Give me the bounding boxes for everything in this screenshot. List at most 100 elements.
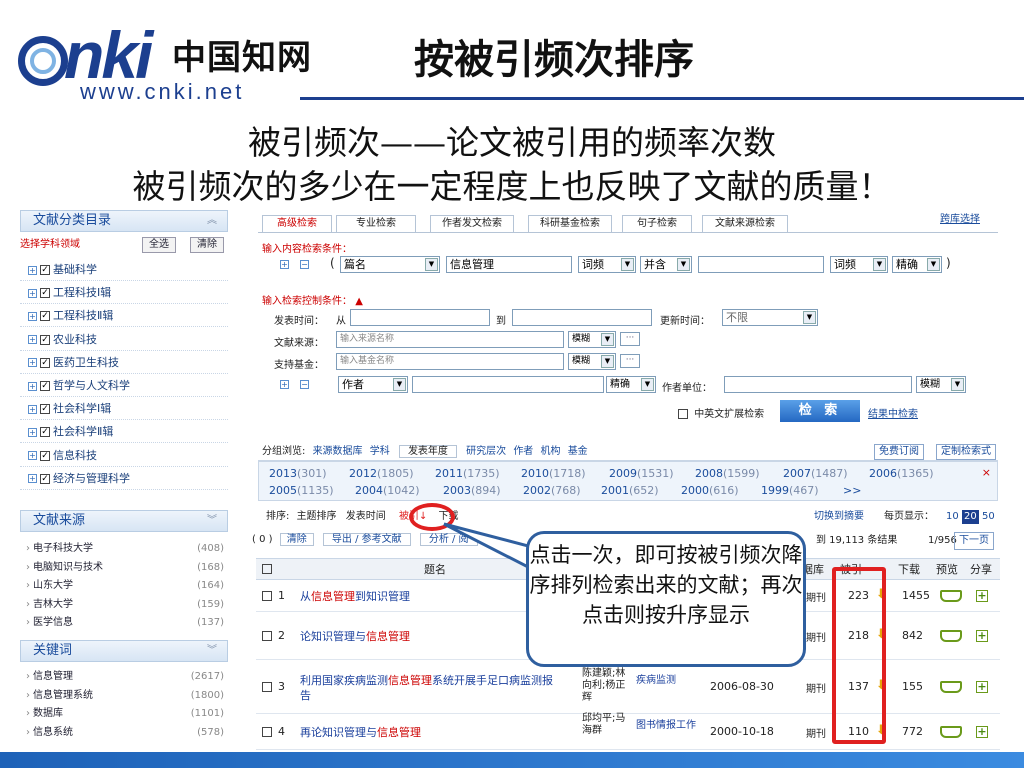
author-unit-input[interactable] xyxy=(724,376,912,393)
collapse-icon[interactable]: ︾ xyxy=(207,641,217,661)
year-item[interactable]: 2013(301) xyxy=(269,467,327,480)
category-checkbox[interactable]: ✓ xyxy=(40,381,50,391)
fund-match-select[interactable]: 模糊 ▼ xyxy=(568,353,616,370)
free-subscribe-button[interactable]: 免费订阅 xyxy=(874,444,924,460)
result-title-link[interactable]: 再论知识管理与信息管理 xyxy=(300,725,556,740)
year-item[interactable]: 2011(1735) xyxy=(435,467,500,480)
expand-icon[interactable]: + xyxy=(28,288,37,298)
select-all-checkbox[interactable] xyxy=(262,564,272,574)
category-checkbox[interactable]: ✓ xyxy=(40,404,50,415)
freq-select-2[interactable]: 词频 ▼ xyxy=(830,256,888,273)
keyword-input[interactable]: 信息管理 xyxy=(446,256,572,273)
row-checkbox[interactable] xyxy=(262,631,272,641)
clear-button[interactable]: 清除 xyxy=(190,237,224,253)
col-download[interactable]: 下载 xyxy=(898,559,920,581)
source-item[interactable]: › 吉林大学 (159) xyxy=(20,596,228,614)
update-time-select[interactable]: 不限 ▼ xyxy=(722,309,818,326)
fund-input[interactable]: 输入基金名称 xyxy=(336,353,564,370)
match-select[interactable]: 精确 ▼ xyxy=(892,256,942,273)
year-item[interactable]: 2005(1135) xyxy=(269,484,334,497)
category-item[interactable]: + ✓ 经济与管理科学 xyxy=(20,467,228,490)
group-pub-year[interactable]: 发表年度 xyxy=(398,445,457,458)
tab-fund[interactable]: 科研基金检索 xyxy=(528,215,612,233)
group-fund[interactable]: 基金 xyxy=(568,446,588,457)
keyword-panel-header[interactable]: 关键词 ︾ xyxy=(20,640,228,662)
keyword-input-2[interactable] xyxy=(698,256,824,273)
category-checkbox[interactable]: ✓ xyxy=(40,357,50,368)
share-plus-icon[interactable]: + xyxy=(976,681,988,693)
expand-icon[interactable]: + xyxy=(28,474,37,484)
more-button[interactable]: ··· xyxy=(620,354,640,368)
category-item[interactable]: + ✓ 基础科学 xyxy=(20,258,228,281)
category-item[interactable]: + ✓ 农业科技 xyxy=(20,328,228,351)
source-item[interactable]: › 电脑知识与技术 (168) xyxy=(20,559,228,577)
keyword-item[interactable]: › 数据库 (1101) xyxy=(20,705,228,723)
row-checkbox[interactable] xyxy=(262,682,272,692)
category-checkbox[interactable]: ✓ xyxy=(40,427,50,438)
author-field-select[interactable]: 作者 ▼ xyxy=(338,376,408,393)
year-item[interactable]: 2012(1805) xyxy=(349,467,414,480)
group-level[interactable]: 研究层次 xyxy=(466,446,506,457)
expand-icon[interactable]: + xyxy=(28,427,37,437)
group-source-db[interactable]: 来源数据库 xyxy=(313,446,363,457)
category-checkbox[interactable]: ✓ xyxy=(40,473,50,484)
freq-select-1[interactable]: 词频 ▼ xyxy=(578,256,636,273)
year-item[interactable]: 2000(616) xyxy=(681,484,739,497)
expand-icon[interactable]: + xyxy=(28,358,37,368)
source-panel-header[interactable]: 文献来源 ︾ xyxy=(20,510,228,532)
category-checkbox[interactable]: ✓ xyxy=(40,450,50,461)
result-source[interactable]: 疾病监测 xyxy=(636,674,706,687)
keyword-item[interactable]: › 信息管理 (2617) xyxy=(20,668,228,686)
more-button[interactable]: ··· xyxy=(620,332,640,346)
tab-sentence[interactable]: 句子检索 xyxy=(622,215,692,233)
tab-source[interactable]: 文献来源检索 xyxy=(702,215,788,233)
year-item[interactable]: 2007(1487) xyxy=(783,467,848,480)
author-match-select[interactable]: 精确 ▼ xyxy=(606,376,656,393)
per-page-10[interactable]: 10 xyxy=(946,507,959,527)
clear-selection-button[interactable]: 清除 xyxy=(279,533,314,546)
keyword-item[interactable]: › 信息系统 (578) xyxy=(20,724,228,742)
category-item[interactable]: + ✓ 社会科学Ⅱ辑 xyxy=(20,420,228,444)
next-page-button[interactable]: 下一页 xyxy=(954,532,994,550)
category-checkbox[interactable]: ✓ xyxy=(40,265,50,275)
share-plus-icon[interactable]: + xyxy=(976,590,988,602)
preview-book-icon[interactable] xyxy=(940,726,962,738)
result-author[interactable]: 邱均平;马海群 xyxy=(582,713,628,737)
search-within-link[interactable]: 结果中检索 xyxy=(868,405,918,420)
group-author[interactable]: 作者 xyxy=(513,446,533,457)
unit-match-select[interactable]: 模糊 ▼ xyxy=(916,376,966,393)
expand-icon[interactable]: + xyxy=(28,335,37,345)
remove-row-icon[interactable]: − xyxy=(300,380,309,389)
export-button[interactable]: 导出 / 参考文献 xyxy=(322,533,411,546)
collapse-up-icon[interactable]: ▲ xyxy=(355,296,363,307)
custom-query-button[interactable]: 定制检索式 xyxy=(936,444,996,460)
category-item[interactable]: + ✓ 社会科学Ⅰ辑 xyxy=(20,397,228,421)
result-author[interactable]: 陈建颖;林向利;杨正辉 xyxy=(582,668,628,704)
tab-author[interactable]: 作者发文检索 xyxy=(430,215,514,233)
year-item[interactable]: 2010(1718) xyxy=(521,467,586,480)
logic-select[interactable]: 并含 ▼ xyxy=(640,256,692,273)
collapse-icon[interactable]: ︽ xyxy=(207,211,217,231)
source-item[interactable]: › 医学信息 (137) xyxy=(20,614,228,632)
row-checkbox[interactable] xyxy=(262,727,272,737)
year-item[interactable]: 1999(467) xyxy=(761,484,819,497)
category-item[interactable]: + ✓ 医药卫生科技 xyxy=(20,351,228,374)
more-years-link[interactable]: >> xyxy=(843,484,861,497)
year-item[interactable]: 2002(768) xyxy=(523,484,581,497)
category-checkbox[interactable]: ✓ xyxy=(40,311,50,322)
category-item[interactable]: + ✓ 工程科技Ⅰ辑 xyxy=(20,281,228,305)
category-item[interactable]: + ✓ 哲学与人文科学 xyxy=(20,374,228,397)
result-source[interactable]: 图书情报工作 xyxy=(636,719,706,732)
cn-en-ext-option[interactable]: 中英文扩展检索 xyxy=(678,405,764,420)
year-item[interactable]: 2004(1042) xyxy=(355,484,420,497)
expand-icon[interactable]: + xyxy=(28,265,37,275)
year-item[interactable]: 2006(1365) xyxy=(869,467,934,480)
expand-icon[interactable]: + xyxy=(28,404,37,414)
search-button[interactable]: 检 索 xyxy=(780,400,860,422)
add-row-icon[interactable]: + xyxy=(280,260,289,269)
tab-advanced[interactable]: 高级检索 xyxy=(262,215,332,233)
tab-professional[interactable]: 专业检索 xyxy=(336,215,416,233)
category-panel-header[interactable]: 文献分类目录 ︽ xyxy=(20,210,228,232)
share-plus-icon[interactable]: + xyxy=(976,726,988,738)
checkbox[interactable] xyxy=(678,409,688,419)
